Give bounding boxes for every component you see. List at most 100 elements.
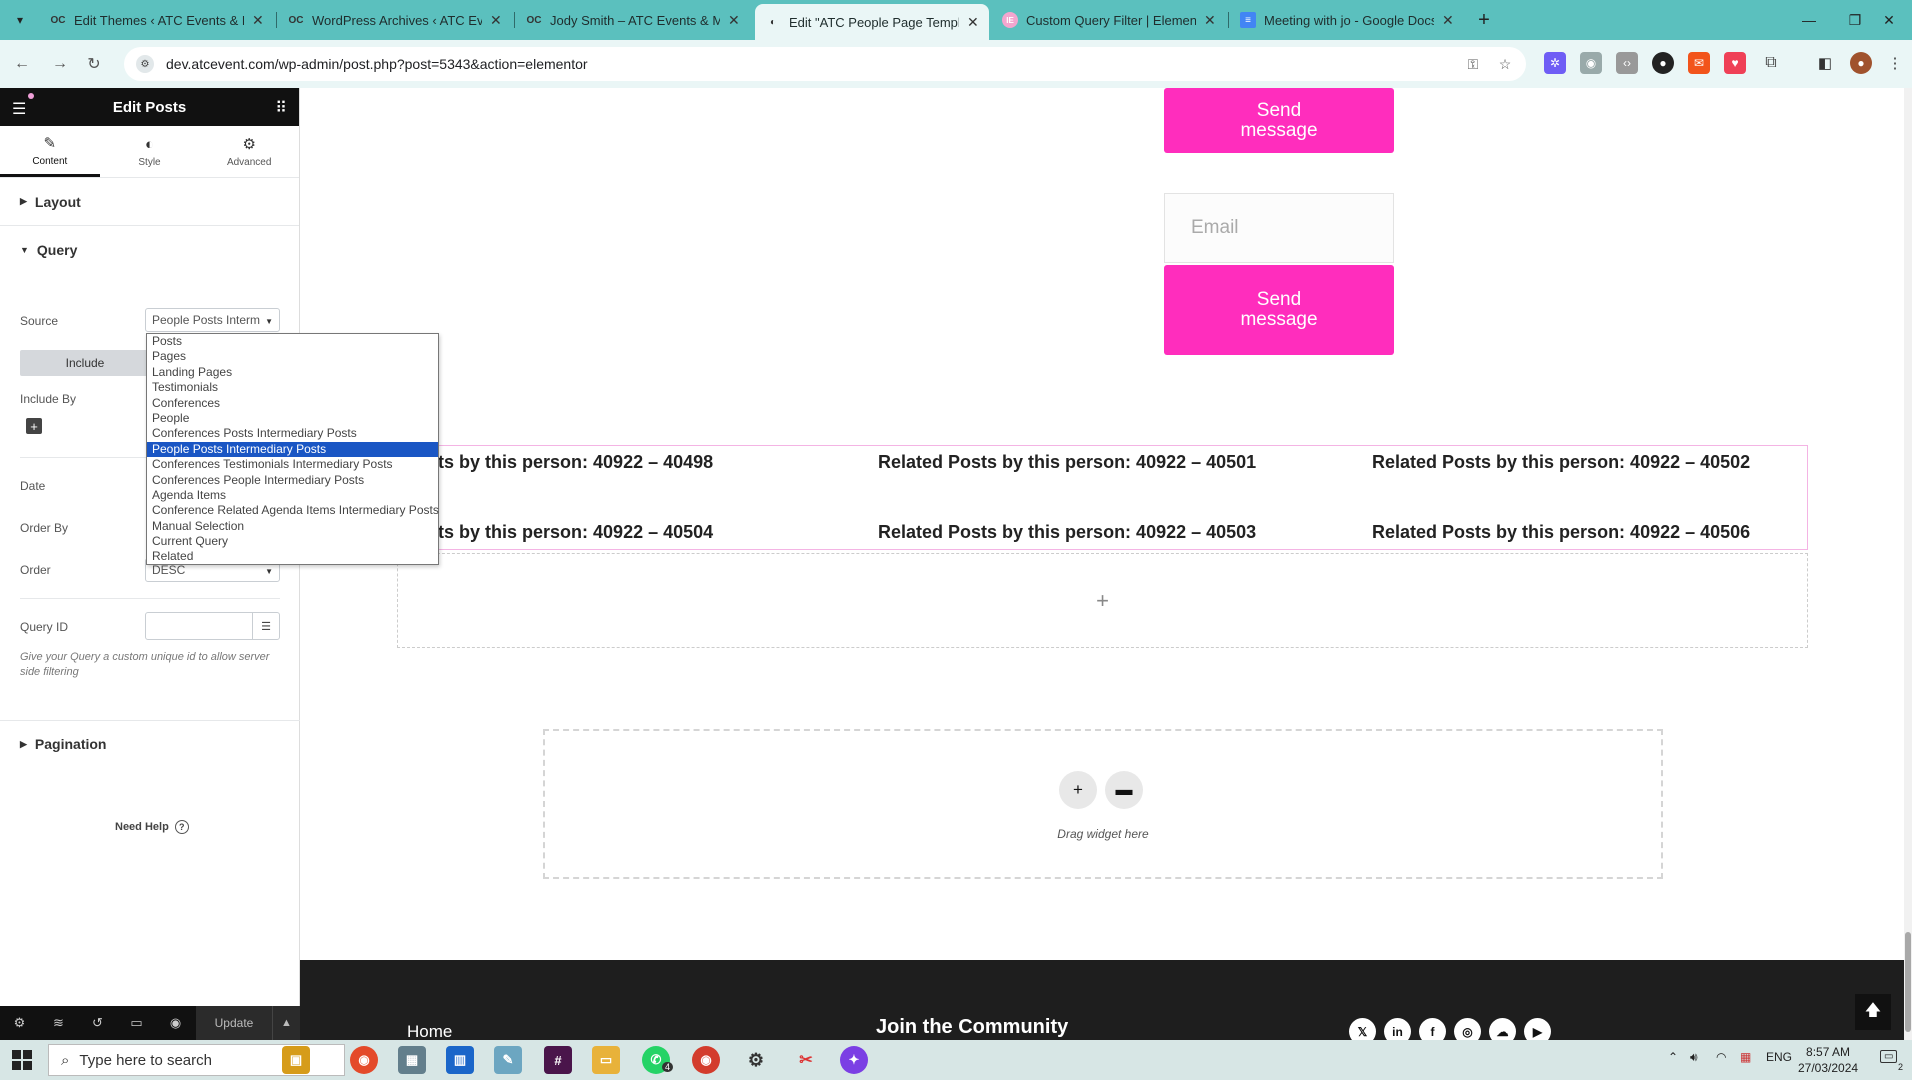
send-message-button[interactable]: Send message [1164, 265, 1394, 355]
address-bar[interactable]: ⚙ dev.atcevent.com/wp-admin/post.php?pos… [124, 47, 1526, 81]
add-element-placeholder[interactable]: + [397, 553, 1808, 648]
notification-center-icon[interactable]: ▭ [1880, 1050, 1898, 1063]
dropdown-option[interactable]: Pages [147, 349, 438, 364]
dropdown-option[interactable]: People [147, 411, 438, 426]
section-pagination[interactable]: ▶ Pagination [0, 720, 300, 768]
dropdown-option[interactable]: Agenda Items [147, 488, 438, 503]
include-toggle-button[interactable]: Include [20, 350, 150, 376]
wifi-icon[interactable]: ◠ [1716, 1050, 1726, 1064]
windows-start-icon[interactable] [12, 1050, 32, 1070]
posts-widget[interactable]: ed Posts by this person: 40922 – 40498 R… [378, 445, 1808, 550]
email-input[interactable]: Email [1164, 193, 1394, 263]
briefcase-app-icon[interactable]: ▣ [282, 1046, 310, 1074]
profile-avatar[interactable]: ● [1850, 52, 1872, 74]
tab-close-icon[interactable]: ✕ [252, 12, 264, 29]
tab-content[interactable]: ✎ Content [0, 126, 100, 177]
dropdown-option[interactable]: Manual Selection [147, 519, 438, 534]
pen-app-icon[interactable]: ✎ [494, 1046, 522, 1074]
tab-close-icon[interactable]: ✕ [967, 14, 979, 31]
footer-home-link[interactable]: Home [407, 1022, 452, 1040]
camera-extension-icon[interactable]: ◉ [1580, 52, 1602, 74]
tab-close-icon[interactable]: ✕ [728, 12, 740, 29]
browser-tab[interactable]: OC WordPress Archives ‹ ATC Event ✕ [278, 4, 512, 36]
dropdown-option[interactable]: Conferences People Intermediary Posts [147, 473, 438, 488]
back-to-top-arrow-icon[interactable]: 🡅 [1855, 994, 1891, 1030]
tab-style[interactable]: ◐ Style [100, 126, 200, 177]
settings-gear-icon[interactable]: ⚙ [742, 1046, 770, 1074]
dark-extension-icon[interactable]: ● [1652, 52, 1674, 74]
close-window-button[interactable]: ✕ [1866, 6, 1912, 34]
tab-close-icon[interactable]: ✕ [490, 12, 502, 29]
browser-tab[interactable]: OC Jody Smith – ATC Events & Me ✕ [516, 4, 750, 36]
history-icon[interactable]: ↺ [78, 1006, 117, 1040]
dropdown-option-selected[interactable]: People Posts Intermediary Posts [147, 441, 438, 458]
canvas-scrollbar[interactable] [1904, 88, 1912, 1040]
tray-chevron-up-icon[interactable]: ⌃ [1668, 1050, 1678, 1064]
dropdown-option[interactable]: Landing Pages [147, 365, 438, 380]
snipping-tool-icon[interactable]: ✂ [792, 1046, 820, 1074]
language-indicator[interactable]: ENG [1766, 1050, 1792, 1064]
minimize-button[interactable]: — [1786, 6, 1832, 34]
source-dropdown-list[interactable]: Posts Pages Landing Pages Testimonials C… [146, 333, 439, 565]
drop-zone[interactable]: + ▬ Drag widget here [543, 729, 1663, 879]
back-arrow-icon[interactable]: ← [10, 52, 34, 76]
responsive-mode-icon[interactable]: ▭ [117, 1006, 156, 1040]
post-title-link[interactable]: Related Posts by this person: 40922 – 40… [878, 522, 1256, 543]
need-help-link[interactable]: Need Help ? [115, 820, 189, 834]
dropdown-option[interactable]: Current Query [147, 534, 438, 549]
settings-gear-icon[interactable]: ⚙ [0, 1006, 39, 1040]
tab-advanced[interactable]: ⚙ Advanced [199, 126, 299, 177]
code-extension-icon[interactable]: ‹› [1616, 52, 1638, 74]
preview-eye-icon[interactable]: ◉ [156, 1006, 195, 1040]
calendar-tray-icon[interactable]: ▦ [1740, 1050, 1751, 1064]
chevron-up-icon[interactable]: ▲ [272, 1006, 300, 1040]
query-id-input[interactable]: ☰ [145, 612, 280, 640]
system-clock[interactable]: 8:57 AM 27/03/2024 [1798, 1044, 1858, 1076]
new-tab-button[interactable]: + [1472, 8, 1496, 32]
linkedin-icon[interactable]: in [1384, 1018, 1411, 1040]
instagram-icon[interactable]: ◎ [1454, 1018, 1481, 1040]
source-select[interactable]: People Posts Interm ▼ [145, 308, 280, 332]
dropdown-option[interactable]: Conferences Testimonials Intermediary Po… [147, 457, 438, 472]
browser-tab[interactable]: OC Edit Themes ‹ ATC Events & Me ✕ [40, 4, 274, 36]
tab-close-icon[interactable]: ✕ [1442, 12, 1454, 29]
section-layout[interactable]: ▶ Layout [0, 178, 299, 226]
send-message-button[interactable]: Send message [1164, 88, 1394, 153]
extension-icon[interactable]: ✲ [1544, 52, 1566, 74]
side-panel-icon[interactable]: ◧ [1814, 52, 1836, 74]
browser-tab[interactable]: IE Custom Query Filter | Elemento ✕ [992, 4, 1226, 36]
file-explorer-icon[interactable]: ▭ [592, 1046, 620, 1074]
reload-icon[interactable]: ↻ [82, 52, 106, 76]
dropdown-option[interactable]: Conference Related Agenda Items Intermed… [147, 503, 439, 518]
chrome-app-icon-active[interactable]: ◉ [692, 1046, 720, 1074]
navigator-layers-icon[interactable]: ≋ [39, 1006, 78, 1040]
update-button[interactable]: Update [196, 1006, 272, 1040]
password-key-icon[interactable]: ⚿ [1464, 55, 1482, 73]
dropdown-option[interactable]: Posts [147, 334, 438, 349]
dropdown-option[interactable]: Related [147, 549, 438, 564]
browser-menu-icon[interactable]: ⋮ [1884, 52, 1906, 74]
trello-app-icon[interactable]: ▥ [446, 1046, 474, 1074]
messenger-app-icon[interactable]: ✦ [840, 1046, 868, 1074]
template-folder-icon[interactable]: ▬ [1105, 771, 1143, 809]
red-extension-icon[interactable]: ✉ [1688, 52, 1710, 74]
section-query[interactable]: ▼ Query [0, 226, 299, 274]
hamburger-menu-icon[interactable]: ☰ [12, 99, 26, 119]
widgets-grid-icon[interactable]: ⠿ [275, 98, 287, 118]
facebook-icon[interactable]: f [1419, 1018, 1446, 1040]
extensions-puzzle-icon[interactable]: ⧉ [1760, 52, 1782, 74]
forward-arrow-icon[interactable]: → [48, 52, 72, 76]
post-title-link[interactable]: Related Posts by this person: 40922 – 40… [1372, 522, 1750, 543]
database-icon[interactable]: ☰ [252, 613, 279, 639]
add-include-icon[interactable]: + [26, 418, 42, 434]
scrollbar-thumb[interactable] [1905, 932, 1911, 1032]
url-text[interactable]: dev.atcevent.com/wp-admin/post.php?post=… [166, 56, 588, 72]
post-title-link[interactable]: Related Posts by this person: 40922 – 40… [1372, 452, 1750, 473]
youtube-icon[interactable]: ▶ [1524, 1018, 1551, 1040]
tab-search-button[interactable]: ▾ [8, 8, 32, 32]
dropdown-option[interactable]: Conferences Posts Intermediary Posts [147, 426, 438, 441]
dropdown-option[interactable]: Testimonials [147, 380, 438, 395]
dropdown-option[interactable]: Conferences [147, 396, 438, 411]
browser-tab[interactable]: ≡ Meeting with jo - Google Docs ✕ [1230, 4, 1464, 36]
plus-icon[interactable]: + [1096, 588, 1109, 614]
